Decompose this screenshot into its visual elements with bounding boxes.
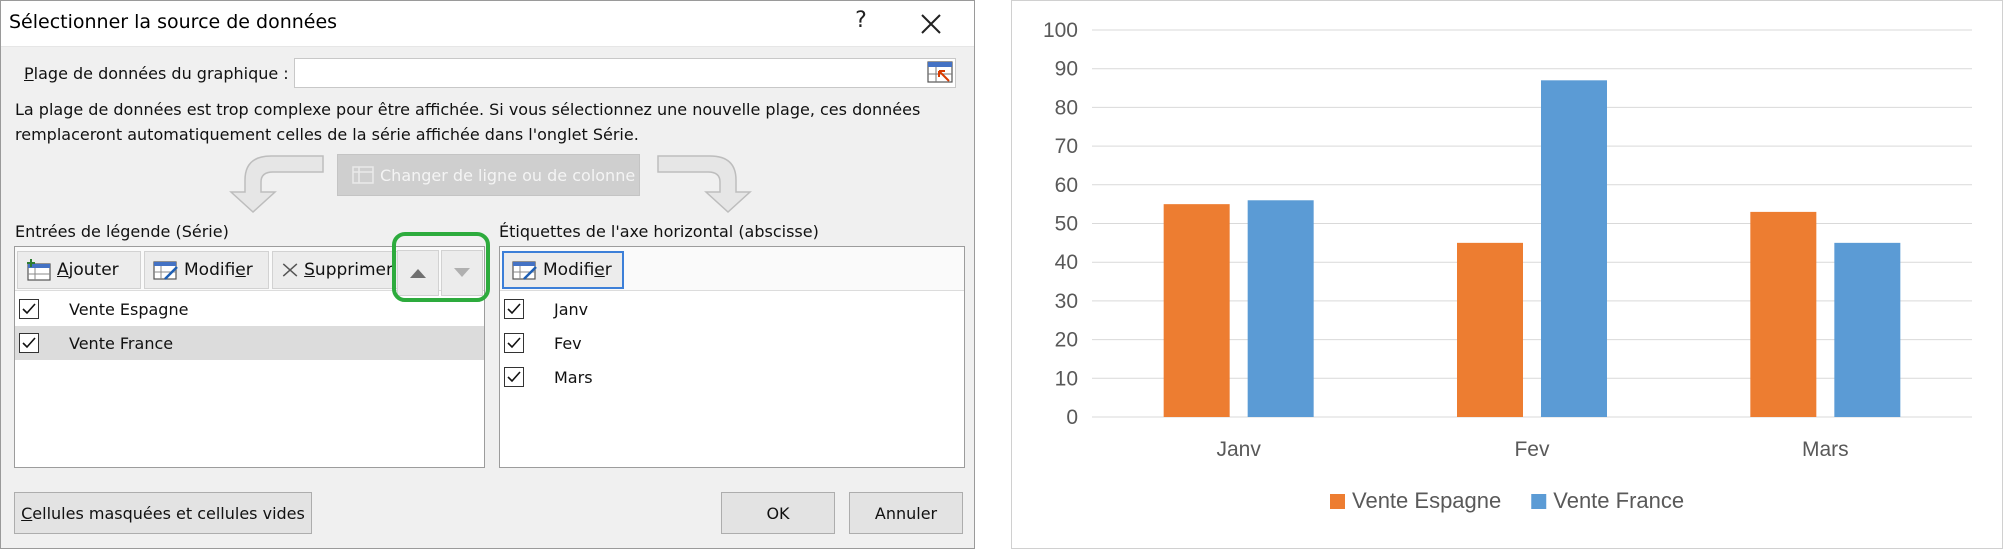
add-series-button[interactable]: Ajouter — [17, 251, 141, 289]
x-tick-label: Fev — [1514, 438, 1550, 461]
add-series-icon — [27, 259, 51, 281]
switch-row-column-label: Changer de ligne ou de colonne — [380, 165, 636, 185]
y-tick-label: 20 — [1055, 329, 1078, 352]
help-button[interactable]: ? — [847, 8, 875, 33]
series-label: Vente France — [69, 333, 174, 353]
chart-svg: 0 10 20 30 40 50 60 70 80 90 100 Janv Fev Mars Vente E… — [1043, 19, 1972, 513]
edit-axis-labels-button[interactable]: Modifier — [502, 251, 624, 289]
axis-labels-header: Étiquettes de l'axe horizontal (abscisse… — [499, 222, 819, 241]
y-tick-label: 40 — [1055, 251, 1078, 274]
bar — [1541, 80, 1607, 417]
legend-swatch — [1330, 494, 1345, 509]
y-tick-label: 60 — [1055, 174, 1078, 197]
close-icon[interactable] — [919, 12, 943, 36]
switch-row-column-icon — [352, 166, 374, 184]
legend-entries-header: Entrées de légende (Série) — [15, 222, 229, 241]
bar — [1163, 204, 1230, 417]
y-tick-label: 80 — [1055, 96, 1078, 119]
y-tick-label: 70 — [1055, 135, 1078, 158]
y-tick-label: 50 — [1055, 213, 1078, 236]
category-label: Mars — [554, 367, 593, 387]
bar — [1457, 242, 1523, 417]
y-tick-label: 10 — [1055, 367, 1078, 390]
x-tick-label: Janv — [1216, 438, 1261, 461]
switch-row-column-button[interactable]: Changer de ligne ou de colonne — [337, 154, 640, 196]
dialog-titlebar: Sélectionner la source de données ? — [1, 1, 974, 47]
checkmark-icon — [22, 337, 36, 349]
checkmark-icon — [507, 337, 521, 349]
range-info-text: La plage de données est trop complexe po… — [15, 100, 921, 144]
axis-labels-panel: Modifier Janv Fev Mars — [499, 246, 965, 468]
edit-axis-icon — [512, 261, 537, 280]
edit-series-icon — [153, 261, 178, 280]
remove-icon — [282, 263, 298, 277]
bar — [1834, 242, 1901, 417]
remove-series-button[interactable]: Supprimer — [272, 251, 402, 289]
range-select-icon[interactable] — [925, 59, 955, 87]
y-tick-label: 0 — [1066, 406, 1078, 429]
checkmark-icon — [507, 303, 521, 315]
highlight-circle — [392, 232, 490, 302]
y-tick-label: 100 — [1043, 19, 1078, 42]
cancel-button[interactable]: Annuler — [849, 492, 963, 534]
curved-arrow-right-icon — [657, 155, 752, 214]
series-checkbox[interactable] — [19, 333, 39, 353]
chart-range-label: Plage de données du graphique : — [24, 64, 289, 83]
bar — [1750, 211, 1817, 417]
checkmark-icon — [507, 371, 521, 383]
legend-swatch — [1531, 494, 1547, 509]
checkmark-icon — [22, 303, 36, 315]
legend-label: Vente France — [1553, 488, 1684, 513]
edit-axis-label: Modifier — [543, 260, 612, 280]
category-checkbox[interactable] — [504, 299, 524, 319]
chart-range-input[interactable] — [294, 58, 956, 88]
category-item-fev[interactable]: Fev — [500, 326, 964, 360]
axis-toolbar: Modifier — [500, 247, 964, 291]
y-tick-label: 30 — [1055, 290, 1078, 313]
series-label: Vente Espagne — [69, 299, 189, 319]
category-checkbox[interactable] — [504, 367, 524, 387]
edit-series-button[interactable]: Modifier — [144, 251, 269, 289]
bar — [1247, 200, 1314, 417]
select-data-source-dialog: Sélectionner la source de données ? Plag… — [0, 0, 975, 549]
edit-series-label: Modifier — [184, 260, 253, 280]
curved-arrow-left-icon — [229, 155, 324, 214]
category-label: Fev — [554, 333, 582, 353]
series-checkbox[interactable] — [19, 299, 39, 319]
legend-label: Vente Espagne — [1352, 488, 1501, 513]
series-item-vente-france[interactable]: Vente France — [15, 326, 484, 360]
ok-button[interactable]: OK — [721, 492, 835, 534]
category-item-mars[interactable]: Mars — [500, 360, 964, 394]
add-series-label: Ajouter — [57, 260, 119, 280]
x-tick-label: Mars — [1802, 438, 1849, 461]
category-label: Janv — [554, 299, 589, 319]
dialog-title: Sélectionner la source de données — [9, 11, 338, 33]
hidden-empty-cells-button[interactable]: Cellules masquées et cellules vides — [14, 492, 312, 534]
column-chart: 0 10 20 30 40 50 60 70 80 90 100 Janv Fev Mars Vente E… — [1011, 0, 2003, 549]
category-checkbox[interactable] — [504, 333, 524, 353]
y-tick-label: 90 — [1055, 58, 1078, 81]
remove-series-label: Supprimer — [304, 260, 393, 280]
category-item-janv[interactable]: Janv — [500, 292, 964, 326]
